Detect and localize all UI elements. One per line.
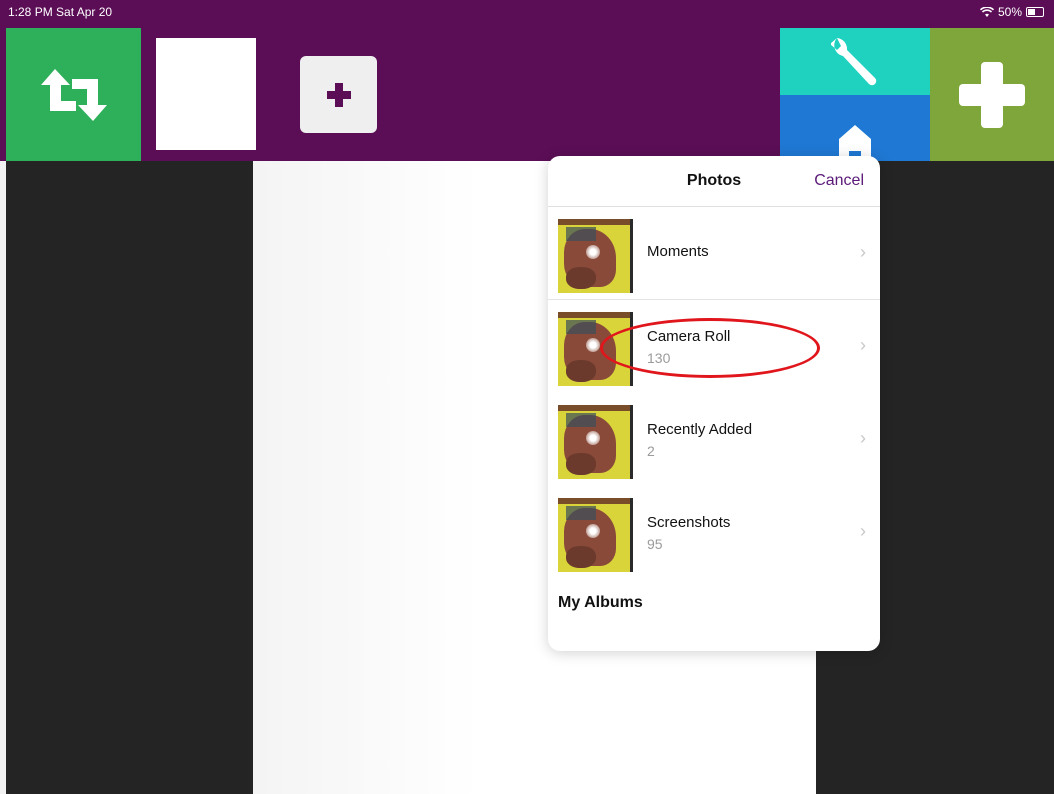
settings-button[interactable] [780, 28, 930, 95]
album-thumbnail [558, 219, 633, 293]
status-time-date: 1:28 PM Sat Apr 20 [8, 5, 113, 19]
wifi-icon [979, 6, 994, 17]
my-albums-heading: My Albums [558, 594, 643, 611]
album-name: Recently Added [647, 421, 753, 438]
blank-card-button[interactable] [156, 38, 256, 150]
album-name: Camera Roll [647, 328, 731, 345]
cancel-button[interactable]: Cancel [814, 172, 864, 190]
chevron-right-icon: › [860, 428, 866, 448]
album-row-screenshots[interactable]: Screenshots 95 › [548, 486, 880, 579]
add-button[interactable] [930, 28, 1054, 161]
album-name: Screenshots [647, 514, 731, 531]
swap-button[interactable] [6, 28, 141, 161]
chevron-right-icon: › [860, 521, 866, 541]
battery-icon [1026, 7, 1044, 17]
top-toolbar [0, 24, 1054, 161]
wrench-icon [831, 37, 877, 85]
photos-popover: Photos Cancel Moments › Camera Roll 130 … [548, 156, 880, 651]
album-count: 95 [647, 536, 663, 552]
swap-icon [40, 68, 107, 121]
album-row-moments[interactable]: Moments › [548, 207, 880, 300]
plus-icon [326, 82, 351, 107]
chevron-right-icon: › [860, 242, 866, 262]
left-edge [0, 161, 6, 794]
album-thumbnail [558, 498, 633, 572]
plus-icon [959, 61, 1025, 128]
album-count: 130 [647, 350, 671, 366]
battery-percent: 50% [997, 5, 1022, 19]
album-name: Moments [647, 243, 709, 260]
status-indicators: 50% [979, 5, 1044, 19]
status-bar: 1:28 PM Sat Apr 20 50% [0, 0, 1054, 24]
album-thumbnail [558, 405, 633, 479]
home-icon [839, 125, 871, 161]
album-row-recently-added[interactable]: Recently Added 2 › [548, 393, 880, 486]
home-button[interactable] [780, 95, 930, 161]
album-row-camera-roll[interactable]: Camera Roll 130 › [548, 300, 880, 393]
album-thumbnail [558, 312, 633, 386]
chevron-right-icon: › [860, 335, 866, 355]
popover-header: Photos Cancel [548, 156, 880, 207]
add-item-button[interactable] [300, 56, 377, 133]
album-count: 2 [647, 443, 655, 459]
